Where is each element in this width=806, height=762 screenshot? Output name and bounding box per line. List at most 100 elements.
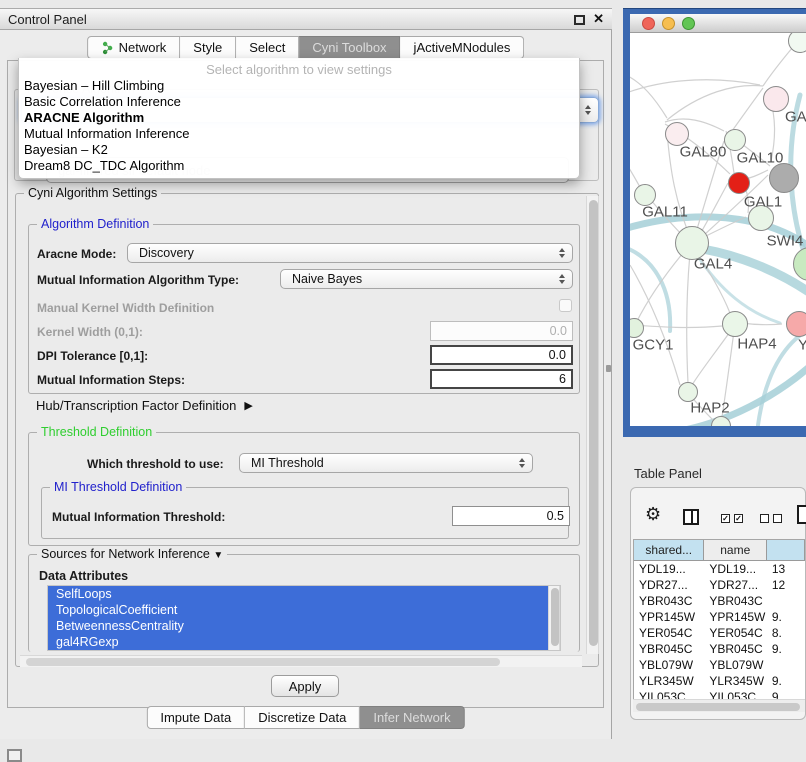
node-table: shared... name YDL19...YDL19...13 YDR27.… [633,539,805,699]
table-panel-title: Table Panel [634,466,702,481]
aracne-mode-select[interactable]: Discovery [127,243,573,263]
table-row[interactable]: YIL053CYIL053C9 [634,689,805,699]
list-scrollbar-thumb[interactable] [551,588,559,646]
node-label: GAL [785,109,806,126]
node-label: GAL4 [694,256,732,273]
table-row[interactable]: YPR145WYPR145W9. [634,609,805,625]
manual-kernel-label: Manual Kernel Width Definition [37,301,214,315]
tab-impute-data[interactable]: Impute Data [146,706,245,729]
node-label: HAP4 [737,336,776,353]
page-icon[interactable] [797,505,806,524]
network-window-titlebar[interactable] [630,14,806,33]
which-threshold-select[interactable]: MI Threshold [239,453,533,473]
sources-group: Sources for Network Inference ▼ Data Att… [28,554,580,652]
network-node[interactable] [722,311,748,337]
gear-icon[interactable]: ⚙ [645,504,661,525]
data-attributes-label: Data Attributes [39,569,128,583]
column-header-partial[interactable] [767,540,805,561]
checkbox-unchecked-icon[interactable] [773,514,782,523]
node-label: GAL1 [744,194,782,211]
tab-infer-network[interactable]: Infer Network [360,706,464,729]
dropdown-option-selected[interactable]: ARACNE Algorithm [19,110,579,126]
table-row[interactable]: YDL19...YDL19...13 [634,561,805,577]
list-item[interactable]: BetweennessCentrality [48,618,560,634]
settings-vscroll-thumb[interactable] [589,200,598,646]
screen: Control Panel ✕ Network Style Select Cyn… [0,0,806,762]
close-icon[interactable]: ✕ [593,11,604,27]
list-item[interactable]: gal4RGexp [48,634,560,650]
sources-collapser[interactable]: Sources for Network Inference ▼ [37,547,227,561]
tab-style[interactable]: Style [180,36,236,59]
mac-minimize-icon[interactable] [662,17,675,30]
checkbox-checked-icon[interactable]: ✓ [734,514,743,523]
table-hscroll-thumb[interactable] [636,703,800,711]
cyni-algorithm-settings-group: Cyni Algorithm Settings Algorithm Defini… [15,193,599,667]
network-canvas[interactable]: GAL GAL80 GAL10 GAL1 GAL11 SWI4 GAL4 GCY… [630,33,806,426]
table-row[interactable]: YBR045CYBR045C9. [634,641,805,657]
dropdown-option[interactable]: Mutual Information Inference [19,126,579,142]
node-label: GCY1 [633,337,674,354]
mi-type-select[interactable]: Naive Bayes [280,269,573,289]
control-panel-titlebar: Control Panel ✕ [0,8,612,30]
mi-threshold-label: Mutual Information Threshold: [52,510,225,524]
mi-steps-field[interactable]: 6 [430,369,573,389]
table-row[interactable]: YLR345WYLR345W9. [634,673,805,689]
network-node-selected[interactable] [728,172,750,194]
dpi-tolerance-label: DPI Tolerance [0,1]: [37,349,148,363]
table-row[interactable]: YER054CYER054C8. [634,625,805,641]
check-icon: ✓ [722,514,729,523]
mac-close-icon[interactable] [642,17,655,30]
network-node[interactable] [665,122,689,146]
kernel-width-label: Kernel Width (0,1): [37,325,143,339]
panel-splitter-handle[interactable] [606,365,611,372]
dock-panel-button[interactable] [7,749,22,762]
control-panel-tabbar: Network Style Select Cyni Toolbox jActiv… [87,36,525,59]
dpi-tolerance-field[interactable]: 0.0 [430,345,573,365]
settings-hscroll-thumb[interactable] [26,658,500,666]
dropdown-option[interactable]: Basic Correlation Inference [19,94,579,110]
network-node[interactable] [724,129,746,151]
manual-kernel-checkbox[interactable] [559,299,572,312]
list-scrollbar [548,586,560,650]
float-window-button[interactable] [574,15,585,25]
list-item[interactable]: SelfLoops [48,586,560,602]
collapse-down-icon: ▼ [213,550,223,561]
checkbox-unchecked-icon[interactable] [760,514,769,523]
check-icon: ✓ [735,514,742,523]
node-label: GAL11 [642,204,688,221]
tab-network[interactable]: Network [87,36,181,59]
mac-zoom-icon[interactable] [682,17,695,30]
tab-discretize-data[interactable]: Discretize Data [245,706,360,729]
mi-threshold-field[interactable]: 0.5 [452,506,570,526]
dropdown-option[interactable]: Bayesian – Hill Climbing [19,78,579,94]
combo-arrows-icon [519,458,525,468]
apply-button[interactable]: Apply [271,675,339,697]
tab-jactivemnodules[interactable]: jActiveMNodules [401,36,525,59]
table-row[interactable]: YBR043CYBR043C [634,593,805,609]
aracne-mode-label: Aracne Mode: [37,247,116,261]
tab-select[interactable]: Select [236,36,299,59]
column-header-name[interactable]: name [704,540,767,561]
table-row[interactable]: YDR27...YDR27...12 [634,577,805,593]
settings-horizontal-scrollbar [20,655,582,667]
dropdown-option[interactable]: Dream8 DC_TDC Algorithm [19,158,579,174]
cyni-bottom-tabbar: Impute Data Discretize Data Infer Networ… [146,706,464,729]
combo-arrows-icon [585,105,591,115]
table-row[interactable]: YBL079WYBL079W [634,657,805,673]
checkbox-checked-icon[interactable]: ✓ [721,514,730,523]
hub-definition-expander[interactable]: Hub/Transcription Factor Definition ▶ [36,398,253,413]
list-item[interactable]: TopologicalCoefficient [48,602,560,618]
dropdown-option[interactable]: Bayesian – K2 [19,142,579,158]
kernel-width-field[interactable]: 0.0 [430,321,573,341]
columns-icon[interactable] [683,509,699,525]
control-panel-title: Control Panel [8,12,87,27]
network-icon [101,41,114,55]
column-header-shared-name[interactable]: shared... [634,540,704,561]
algorithm-dropdown-popup: Select algorithm to view settings Bayesi… [18,58,580,179]
settings-group-title: Cyni Algorithm Settings [24,186,161,200]
node-label: GAL10 [737,150,784,167]
network-node[interactable] [769,163,799,193]
tab-cyni-toolbox[interactable]: Cyni Toolbox [299,36,400,59]
network-node[interactable] [786,311,806,337]
table-horizontal-scrollbar [633,699,805,712]
